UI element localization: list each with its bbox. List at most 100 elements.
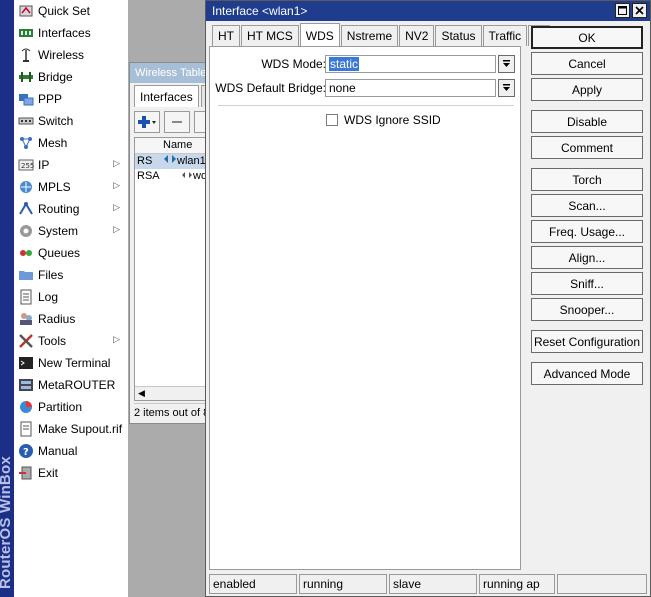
dialog-tabs: HT HT MCS WDS Nstreme NV2 Status Traffic…	[212, 23, 551, 47]
wds-bridge-row: WDS Default Bridge: none	[210, 79, 522, 97]
sidebar-item-log[interactable]: Log	[14, 286, 128, 308]
tab-traffic[interactable]: Traffic	[482, 25, 528, 46]
sidebar-item-label: Exit	[38, 466, 59, 480]
wds-ignore-ssid-label: WDS Ignore SSID	[344, 113, 441, 127]
dialog-title[interactable]: Interface <wlan1>	[206, 1, 650, 21]
tab-ht-mcs[interactable]: HT MCS	[241, 25, 299, 46]
partition-icon	[18, 399, 34, 415]
sidebar-item-files[interactable]: Files	[14, 264, 128, 286]
wds-ignore-ssid-checkbox-row[interactable]: WDS Ignore SSID	[326, 113, 441, 127]
ppp-icon	[18, 91, 34, 107]
sidebar-item-system[interactable]: System ▷	[14, 220, 128, 242]
wds-mode-dropdown-button[interactable]	[498, 55, 515, 73]
sidebar-item-label: Files	[38, 268, 64, 282]
queues-icon	[18, 245, 34, 261]
wds-mode-label: WDS Mode:	[261, 57, 326, 71]
scroll-left-icon[interactable]: ◀	[138, 388, 145, 398]
status-empty	[557, 574, 647, 594]
sidebar-item-ip[interactable]: 255 IP ▷	[14, 154, 128, 176]
tab-interfaces[interactable]: Interfaces	[134, 85, 199, 107]
close-button[interactable]	[632, 3, 647, 18]
wds-bridge-dropdown-button[interactable]	[498, 79, 515, 97]
wireless-icon	[18, 47, 34, 63]
comment-button[interactable]: Comment	[531, 136, 643, 159]
sidebar-item-label: Wireless	[38, 48, 85, 62]
apply-button[interactable]: Apply	[531, 78, 643, 101]
torch-button[interactable]: Torch	[531, 168, 643, 191]
dropdown-arrow-icon	[503, 84, 510, 91]
tab-nstreme[interactable]: Nstreme	[340, 25, 399, 46]
sidebar-item-tools[interactable]: Tools ▷	[14, 330, 128, 352]
wds-mode-row: WDS Mode: static	[210, 55, 522, 73]
svg-text:?: ?	[23, 447, 29, 458]
sidebar-item-metarouter[interactable]: MetaROUTER	[14, 374, 128, 396]
sidebar-item-partition[interactable]: Partition	[14, 396, 128, 418]
row-flag: RSA	[137, 170, 160, 182]
sidebar-item-mpls[interactable]: MPLS ▷	[14, 176, 128, 198]
sidebar-item-manual[interactable]: ? Manual	[14, 440, 128, 462]
cancel-button[interactable]: Cancel	[531, 52, 643, 75]
interfaces-icon	[18, 25, 34, 41]
wds-ignore-ssid-checkbox[interactable]	[326, 114, 338, 126]
reset-configuration-button[interactable]: Reset Configuration	[531, 330, 643, 353]
submenu-arrow-icon: ▷	[113, 180, 120, 190]
wds-bridge-select[interactable]: none	[325, 79, 496, 97]
sidebar-item-radius[interactable]: Radius	[14, 308, 128, 330]
restore-icon	[618, 6, 627, 15]
sidebar-item-label: Quick Set	[38, 4, 91, 18]
minus-icon	[172, 121, 182, 123]
divider	[218, 105, 514, 106]
sidebar-item-make-supout-rif[interactable]: Make Supout.rif	[14, 418, 128, 440]
sidebar-item-label: Make Supout.rif	[38, 422, 123, 436]
status-enabled: enabled	[209, 574, 297, 594]
sidebar-item-new-terminal[interactable]: New Terminal	[14, 352, 128, 374]
metarouter-icon	[18, 377, 34, 393]
sidebar-item-interfaces[interactable]: Interfaces	[14, 22, 128, 44]
ip-icon: 255	[18, 157, 34, 173]
dialog-status-bar: enabled running slave running ap	[209, 574, 649, 594]
sidebar-item-wireless[interactable]: Wireless	[14, 44, 128, 66]
supout-icon	[18, 421, 34, 437]
sidebar-item-ppp[interactable]: PPP	[14, 88, 128, 110]
sidebar-item-routing[interactable]: Routing ▷	[14, 198, 128, 220]
brand-text: RouterOS WinBox	[0, 456, 14, 589]
quick-set-icon	[18, 3, 34, 19]
wds-mode-select[interactable]: static	[325, 55, 496, 73]
disable-button[interactable]: Disable	[531, 110, 643, 133]
add-button[interactable]	[134, 111, 160, 133]
freq-usage-button[interactable]: Freq. Usage...	[531, 220, 643, 243]
status-running: running	[299, 574, 387, 594]
sidebar-item-label: New Terminal	[38, 356, 111, 370]
files-icon	[18, 267, 34, 283]
close-icon	[635, 6, 644, 15]
sidebar-item-label: Switch	[38, 114, 74, 128]
interface-dialog: Interface <wlan1> HT HT MCS WDS Nstreme …	[205, 0, 651, 597]
tab-ht[interactable]: HT	[212, 25, 240, 46]
scan-button[interactable]: Scan...	[531, 194, 643, 217]
tab-status[interactable]: Status	[435, 25, 482, 46]
sidebar-item-bridge[interactable]: Bridge	[14, 66, 128, 88]
sidebar-item-label: Radius	[38, 312, 76, 326]
snooper-button[interactable]: Snooper...	[531, 298, 643, 321]
sidebar-item-exit[interactable]: Exit	[14, 462, 128, 484]
tab-nv2[interactable]: NV2	[399, 25, 435, 46]
svg-text:255: 255	[21, 162, 34, 170]
sidebar-item-label: MetaROUTER	[38, 378, 116, 392]
system-icon	[18, 223, 34, 239]
align-button[interactable]: Align...	[531, 246, 643, 269]
restore-button[interactable]	[615, 3, 630, 18]
sidebar-item-queues[interactable]: Queues	[14, 242, 128, 264]
sidebar-item-label: Mesh	[38, 136, 68, 150]
sidebar-item-mesh[interactable]: Mesh	[14, 132, 128, 154]
sidebar-item-switch[interactable]: Switch	[14, 110, 128, 132]
ok-button[interactable]: OK	[531, 26, 643, 49]
advanced-mode-button[interactable]: Advanced Mode	[531, 362, 643, 385]
tab-wds[interactable]: WDS	[299, 23, 340, 46]
sniff-button[interactable]: Sniff...	[531, 272, 643, 295]
remove-button[interactable]	[164, 111, 190, 133]
sidebar-menu: Quick Set Interfaces Wireless Bridge PPP Swit…	[14, 0, 128, 597]
sidebar-item-quick-set[interactable]: Quick Set	[14, 0, 128, 22]
terminal-icon	[18, 355, 34, 371]
manual-icon: ?	[18, 443, 34, 459]
sidebar-item-label: IP	[38, 158, 50, 172]
